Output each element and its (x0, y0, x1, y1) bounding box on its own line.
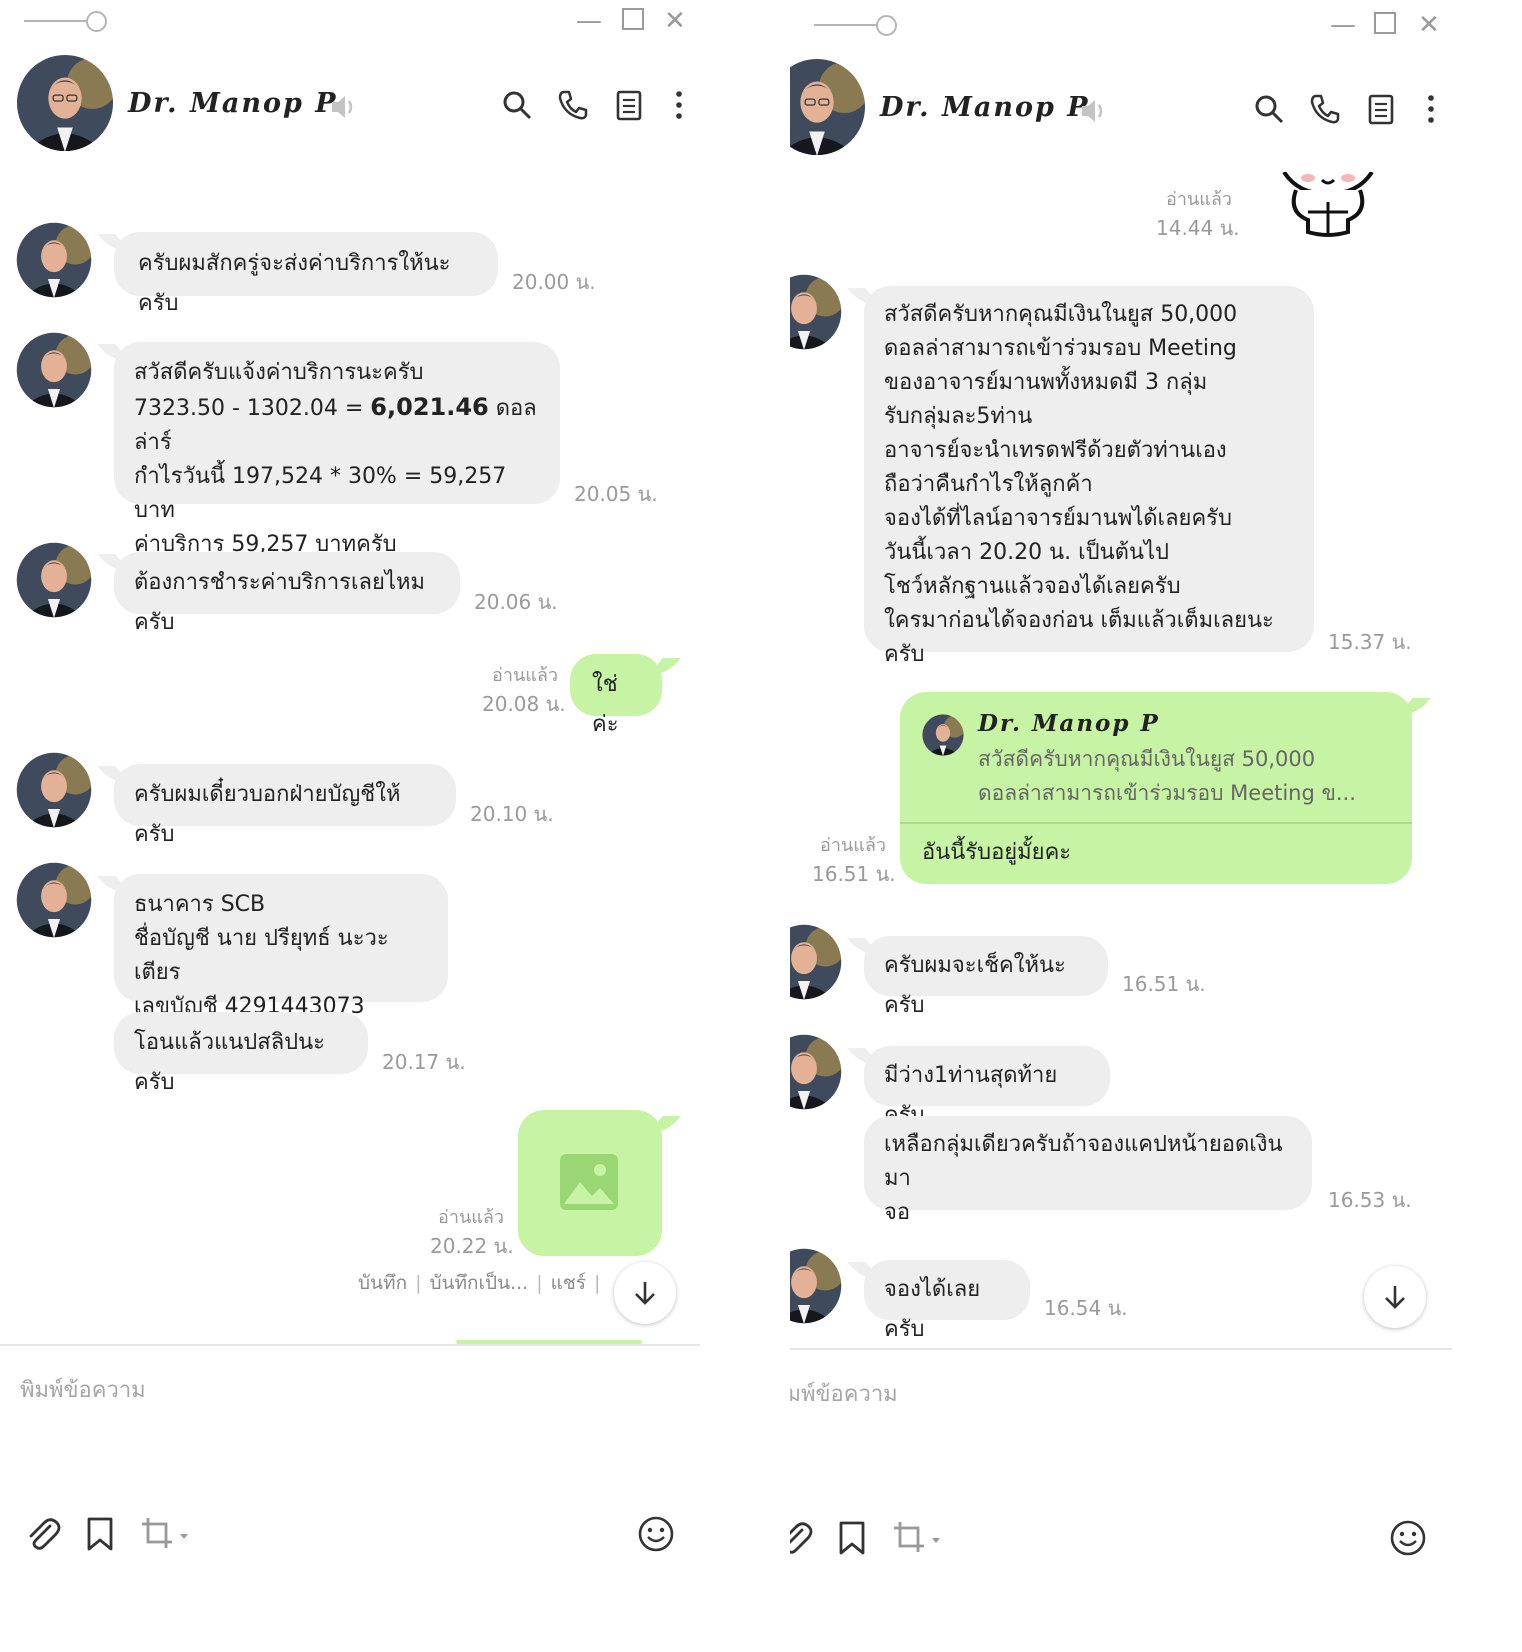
contact-name: Dr. Manop P (128, 88, 338, 119)
more-icon[interactable] (1414, 92, 1448, 126)
maximize-icon[interactable] (1374, 12, 1396, 34)
notes-icon[interactable] (612, 88, 646, 122)
divider (790, 1348, 1452, 1350)
arrow-down-icon (1385, 1286, 1405, 1309)
message-input[interactable]: พิมพ์ข้อความ (790, 1376, 898, 1411)
contact-name: Dr. Manop P (880, 92, 1090, 123)
message-bubble[interactable]: ครับผมเดี๋ยวบอกฝ่ายบัญชีให้ครับ (114, 764, 456, 847)
emoji-icon[interactable] (636, 1514, 676, 1554)
message-bubble[interactable]: มีว่าง1ท่านสุดท้ายครับ (864, 1046, 1110, 1128)
avatar[interactable] (16, 222, 92, 298)
emoji-icon[interactable] (1388, 1518, 1428, 1558)
message-time: 20.10 น. (470, 802, 554, 826)
avatar[interactable] (790, 274, 842, 350)
avatar[interactable] (16, 332, 92, 408)
message-time: 15.37 น. (1328, 630, 1412, 654)
phone-icon[interactable] (1308, 92, 1342, 126)
speaker-icon (1082, 100, 1103, 122)
message-bubble[interactable]: ธนาคาร SCB ชื่อบัญชี นาย ปรียุทธ์ นะวะเต… (114, 874, 448, 1019)
message-bubble[interactable]: ต้องการชำระค่าบริการเลยไหมครับ (114, 552, 460, 635)
avatar[interactable] (16, 862, 92, 938)
chat-window-left: — ✕ Dr. Manop P ครับผมสักครู่จะส่งค่าบริ… (0, 0, 700, 1652)
share-link[interactable]: แชร์ (551, 1272, 586, 1294)
quoted-sender: Dr. Manop P (978, 710, 1160, 737)
more-icon[interactable] (662, 88, 696, 122)
avatar[interactable] (16, 54, 114, 152)
chat-window-right: — ✕ Dr. Manop P อ่านแล้ว 14.44 น. สวัสดี… (790, 0, 1490, 1652)
search-icon[interactable] (1252, 92, 1286, 126)
message-bubble[interactable]: เหลือกลุ่มเดียวครับถ้าจองแคปหน้ายอดเงินม… (864, 1116, 1312, 1225)
message-time: 20.08 น. (482, 692, 566, 716)
message-line: กำไรวันนี้ 197,524 * 30% = 59,257 บาท (134, 464, 507, 523)
pin-icon[interactable] (24, 10, 107, 32)
close-icon[interactable]: ✕ (1418, 10, 1440, 40)
notes-icon[interactable] (1364, 92, 1398, 126)
message-time: 20.05 น. (574, 482, 658, 506)
avatar[interactable] (790, 58, 866, 156)
quoted-text: สวัสดีครับหากคุณมีเงินในยูส 50,000 ดอลล่… (978, 747, 1356, 805)
message-time: 16.51 น. (1122, 972, 1206, 996)
arrow-down-icon (635, 1282, 655, 1305)
avatar[interactable] (790, 924, 842, 1000)
search-icon[interactable] (500, 88, 534, 122)
avatar (922, 714, 964, 756)
message-time: 16.53 น. (1328, 1188, 1412, 1212)
avatar[interactable] (790, 1034, 842, 1110)
sticker-image[interactable] (1278, 172, 1378, 238)
read-receipt: อ่านแล้ว (492, 665, 558, 686)
crop-icon[interactable] (138, 1514, 192, 1554)
message-bubble[interactable]: ใช่ค่ะ (570, 654, 662, 737)
image-actions: บันทึก | บันทึกเป็น... | แชร์ | (358, 1272, 601, 1294)
close-icon[interactable]: ✕ (664, 6, 686, 36)
attach-icon[interactable] (790, 1518, 814, 1558)
reply-message[interactable]: Dr. Manop P สวัสดีครับหากคุณมีเงินในยูส … (900, 692, 1412, 884)
image-message[interactable] (518, 1110, 662, 1256)
crop-icon[interactable] (890, 1518, 944, 1558)
speaker-icon (332, 96, 353, 118)
read-receipt: อ่านแล้ว (820, 835, 886, 856)
read-receipt: อ่านแล้ว (438, 1207, 504, 1228)
message-time: 20.00 น. (512, 270, 596, 294)
quote-divider (900, 822, 1412, 824)
amount-bold: 6,021.46 (370, 393, 489, 421)
avatar[interactable] (790, 1248, 842, 1324)
message-input[interactable]: พิมพ์ข้อความ (20, 1372, 146, 1407)
save-link[interactable]: บันทึก (358, 1272, 407, 1294)
avatar[interactable] (16, 752, 92, 828)
message-text: 7323.50 - 1302.04 = (134, 396, 371, 421)
message-bubble[interactable]: สวัสดีครับแจ้งค่าบริการนะครับ 7323.50 - … (114, 342, 560, 557)
bookmark-icon[interactable] (80, 1514, 120, 1554)
reply-text: อันนี้รับอยู่มั้ยคะ (922, 840, 1072, 865)
message-time: 14.44 น. (1156, 216, 1240, 240)
pin-icon[interactable] (814, 14, 897, 36)
message-time: 16.51 น. (812, 862, 896, 886)
divider (0, 1344, 700, 1346)
save-as-link[interactable]: บันทึกเป็น... (429, 1272, 528, 1294)
message-time: 20.17 น. (382, 1050, 466, 1074)
bookmark-icon[interactable] (832, 1518, 872, 1558)
phone-icon[interactable] (556, 88, 590, 122)
image-placeholder-icon (560, 1154, 618, 1210)
message-time: 20.22 น. (430, 1234, 514, 1258)
message-bubble[interactable]: โอนแล้วแนปสลิปนะครับ (114, 1012, 368, 1095)
message-bubble[interactable]: สวัสดีครับหากคุณมีเงินในยูส 50,000 ดอลล่… (864, 286, 1314, 667)
message-line: สวัสดีครับแจ้งค่าบริการนะครับ (134, 360, 424, 385)
message-bubble[interactable]: ครับผมสักครู่จะส่งค่าบริการให้นะครับ (114, 232, 498, 316)
message-bubble[interactable]: จองได้เลยครับ (864, 1260, 1030, 1342)
message-bubble[interactable]: ครับผมจะเช็คให้นะครับ (864, 936, 1108, 1018)
scroll-down-button[interactable] (1364, 1266, 1426, 1328)
scroll-down-button[interactable] (614, 1262, 676, 1324)
message-time: 20.06 น. (474, 590, 558, 614)
read-receipt: อ่านแล้ว (1166, 189, 1232, 210)
minimize-icon[interactable]: — (1330, 10, 1356, 40)
message-line: 7323.50 - 1302.04 = 6,021.46 ดอลล่าร์ (134, 390, 540, 460)
avatar[interactable] (16, 542, 92, 618)
message-time: 16.54 น. (1044, 1296, 1128, 1320)
maximize-icon[interactable] (622, 8, 644, 30)
attach-icon[interactable] (22, 1514, 62, 1554)
minimize-icon[interactable]: — (576, 6, 602, 36)
